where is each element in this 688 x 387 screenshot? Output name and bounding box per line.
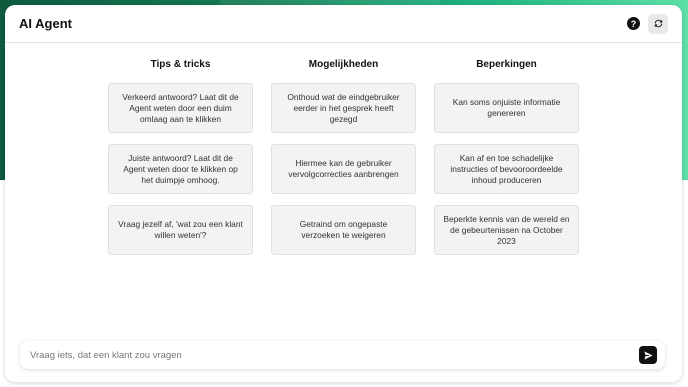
info-card[interactable]: Kan af en toe schadelijke instructies of…	[434, 144, 579, 194]
message-input-bar	[20, 341, 665, 369]
column-title: Tips & tricks	[150, 59, 211, 70]
info-card[interactable]: Kan soms onjuiste informatie genereren	[434, 83, 579, 133]
info-card[interactable]: Juiste antwoord? Laat dit de Agent weten…	[108, 144, 253, 194]
refresh-icon	[654, 19, 662, 28]
refresh-button[interactable]	[648, 13, 668, 34]
column-title: Beperkingen	[476, 59, 537, 70]
column-capabilities: Mogelijkheden Onthoud wat de eindgebruik…	[271, 58, 416, 266]
send-arrow-icon	[643, 350, 653, 360]
info-card[interactable]: Hiermee kan de gebruiker vervolgcorrecti…	[271, 144, 416, 194]
column-tips: Tips & tricks Verkeerd antwoord? Laat di…	[108, 58, 253, 266]
info-card[interactable]: Beperkte kennis van de wereld en de gebe…	[434, 205, 579, 255]
info-columns: Tips & tricks Verkeerd antwoord? Laat di…	[108, 58, 579, 266]
column-title: Mogelijkheden	[308, 59, 379, 70]
info-card[interactable]: Onthoud wat de eindgebruiker eerder in h…	[271, 83, 416, 133]
info-card[interactable]: Verkeerd antwoord? Laat dit de Agent wet…	[108, 83, 253, 133]
info-card[interactable]: Getraind om ongepaste verzoeken te weige…	[271, 205, 416, 255]
help-icon[interactable]: ?	[627, 17, 640, 30]
header-actions: ?	[627, 13, 668, 34]
send-button[interactable]	[639, 346, 657, 364]
app-title: AI Agent	[19, 16, 72, 31]
message-input[interactable]	[28, 348, 639, 362]
column-limitations: Beperkingen Kan soms onjuiste informatie…	[434, 58, 579, 266]
chat-panel: AI Agent ? Tips & tricks Verkeerd antwoo…	[5, 5, 682, 382]
info-card[interactable]: Vraag jezelf af, 'wat zou een klant will…	[108, 205, 253, 255]
header: AI Agent ?	[5, 5, 682, 43]
